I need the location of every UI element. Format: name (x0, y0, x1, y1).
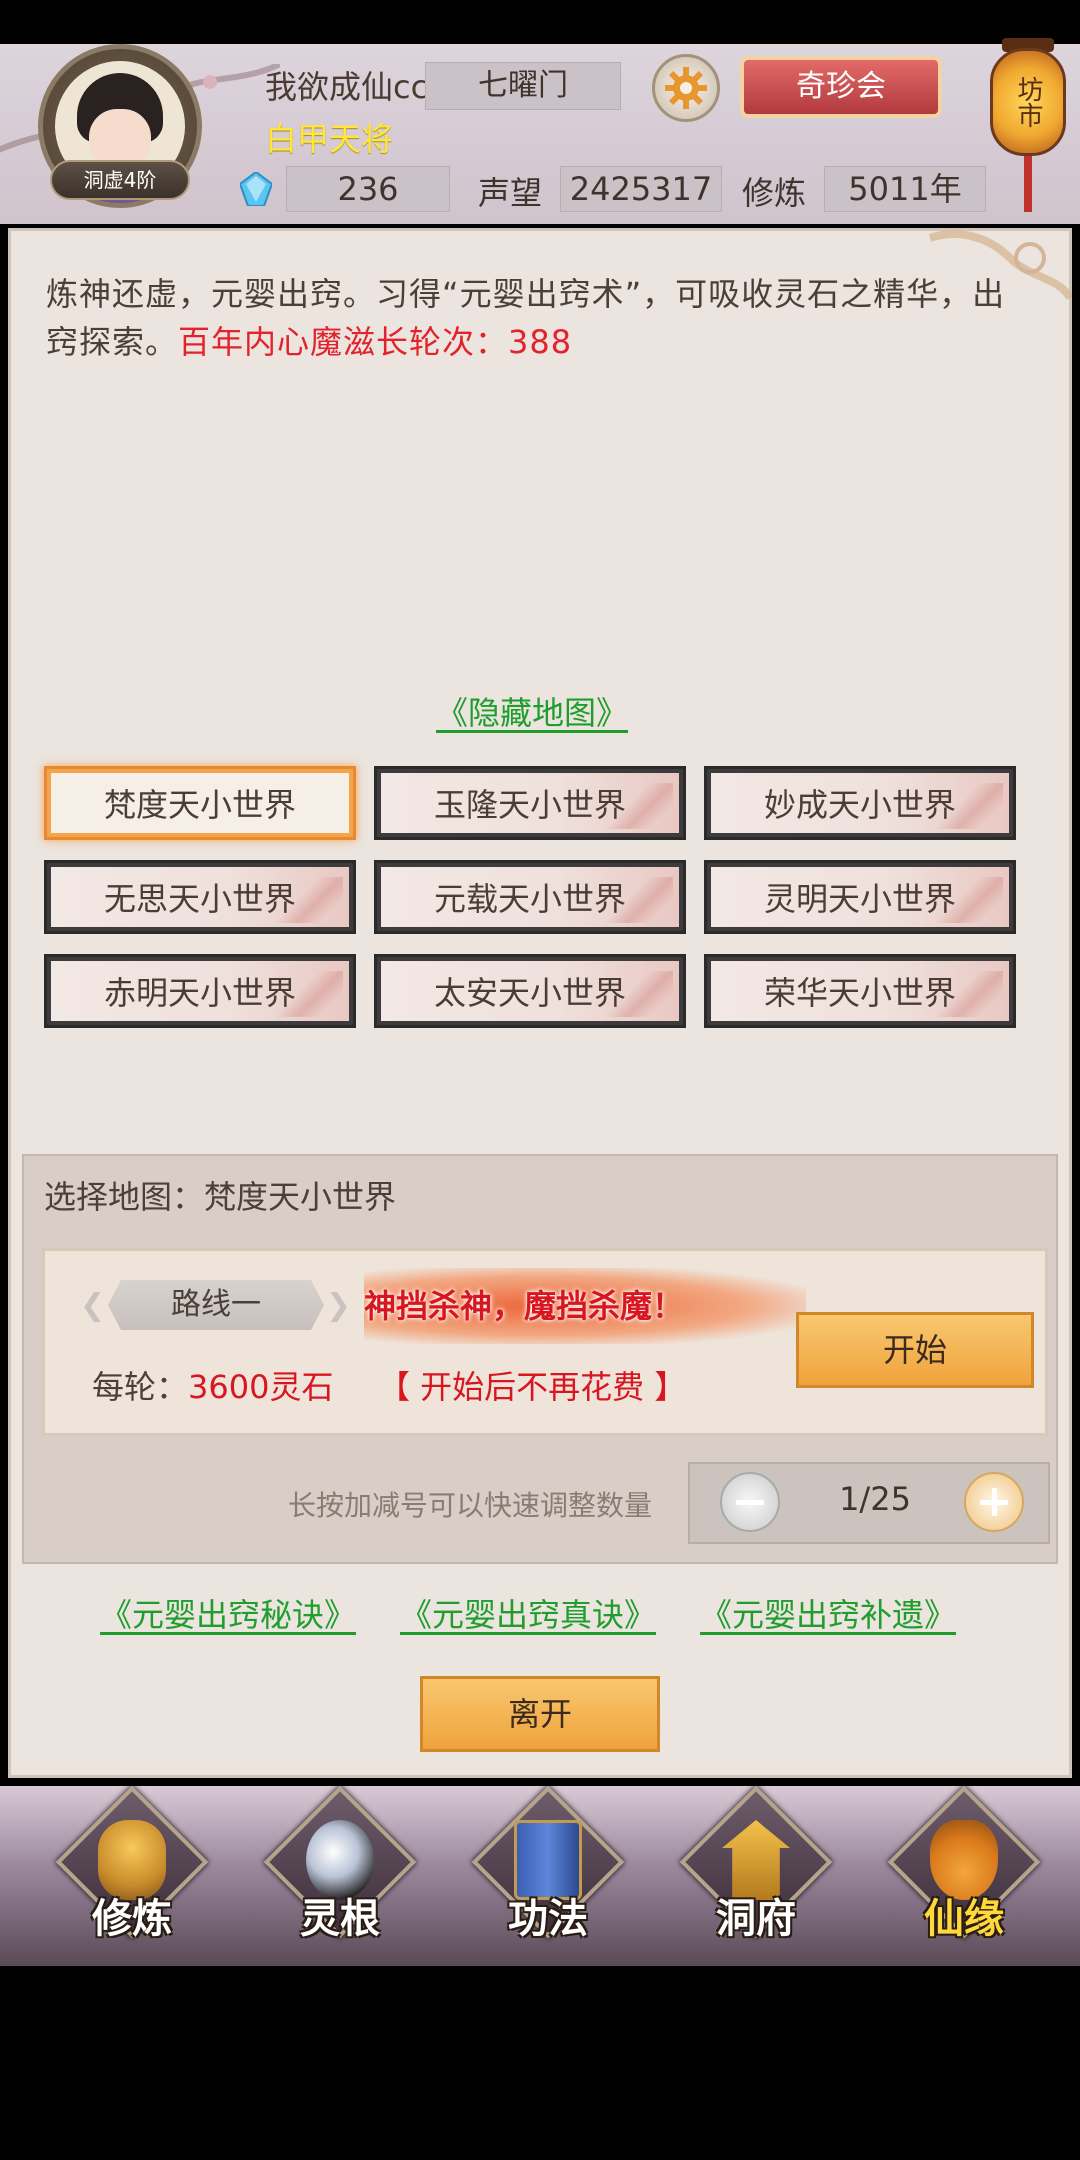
reputation-label: 声望 (478, 174, 543, 212)
start-button[interactable]: 开始 (796, 1312, 1034, 1388)
reputation-value: 2425317 (560, 166, 722, 212)
cost-value: 3600灵石 (188, 1368, 334, 1406)
world-label: 玉隆天小世界 (381, 773, 679, 833)
nav-fate[interactable]: 仙缘 (884, 1785, 1044, 1964)
spirit-stone-icon (240, 172, 272, 206)
world-button-taian[interactable]: 太安天小世界 (374, 954, 686, 1028)
world-label: 无思天小世界 (51, 867, 349, 927)
cost-note: 【 开始后不再花费 】 (378, 1368, 687, 1406)
spirit-stone-count: 236 (286, 166, 450, 212)
world-label: 荣华天小世界 (711, 961, 1009, 1021)
world-button-yulong[interactable]: 玉隆天小世界 (374, 766, 686, 840)
player-name: 我欲成仙cc (265, 68, 429, 106)
nav-label: 灵根 (300, 1896, 380, 1942)
player-title: 白甲天将 (265, 120, 394, 158)
true-technique-link[interactable]: 《元婴出窍真诀》 (400, 1590, 656, 1636)
world-label: 妙成天小世界 (711, 773, 1009, 833)
supplement-technique-link[interactable]: 《元婴出窍补遗》 (700, 1590, 956, 1636)
nav-label: 仙缘 (924, 1896, 1004, 1942)
leave-button[interactable]: 离开 (420, 1676, 660, 1752)
world-label: 梵度天小世界 (51, 773, 349, 833)
route-label: 路线一 (108, 1280, 324, 1330)
world-button-yuanzai[interactable]: 元载天小世界 (374, 860, 686, 934)
realm-description: 炼神还虚，元婴出窍。习得“元婴出窍术”，可吸收灵石之精华，出窍探索。百年内心魔滋… (46, 270, 1036, 366)
sect-name: 七曜门 (425, 62, 621, 110)
world-label: 元载天小世界 (381, 867, 679, 927)
world-label: 灵明天小世界 (711, 867, 1009, 927)
nav-cultivate[interactable]: 修炼 (52, 1785, 212, 1964)
route-slogan: 神挡杀神，魔挡杀魔！ (364, 1268, 806, 1344)
cultivation-value: 5011年 (824, 166, 986, 212)
world-button-fandu[interactable]: 梵度天小世界 (44, 766, 356, 840)
secret-technique-link[interactable]: 《元婴出窍秘诀》 (100, 1590, 356, 1636)
nav-label: 功法 (508, 1896, 588, 1942)
nav-technique[interactable]: 功法 (468, 1785, 628, 1964)
cultivation-label: 修炼 (742, 174, 807, 212)
world-button-ronghua[interactable]: 荣华天小世界 (704, 954, 1016, 1028)
plus-icon-v (992, 1488, 997, 1516)
nav-spirit-root[interactable]: 灵根 (260, 1785, 420, 1964)
lantern-tassel (1024, 156, 1032, 212)
heart-demon-warning: 百年内心魔滋长轮次：388 (178, 323, 573, 361)
nav-cave[interactable]: 洞府 (676, 1785, 836, 1964)
increase-button[interactable] (964, 1472, 1024, 1532)
route-prev-icon[interactable]: ❮ (80, 1288, 105, 1323)
world-button-miaocheng[interactable]: 妙成天小世界 (704, 766, 1016, 840)
cost-per-round: 每轮：3600灵石 (92, 1362, 333, 1408)
route-next-icon[interactable]: ❯ (326, 1288, 351, 1323)
cost-prefix: 每轮： (92, 1368, 189, 1406)
selected-map-label: 选择地图：梵度天小世界 (44, 1178, 397, 1216)
world-button-lingming[interactable]: 灵明天小世界 (704, 860, 1016, 934)
nav-label: 洞府 (716, 1896, 796, 1942)
world-label: 太安天小世界 (381, 961, 679, 1021)
settings-button[interactable] (652, 54, 720, 122)
adjust-hint: 长按加减号可以快速调整数量 (288, 1489, 653, 1522)
world-button-wusi[interactable]: 无思天小世界 (44, 860, 356, 934)
decrease-button[interactable] (720, 1472, 780, 1532)
quantity-value: 1/25 (839, 1480, 911, 1518)
world-label: 赤明天小世界 (51, 961, 349, 1021)
gear-icon (665, 67, 707, 109)
world-button-chiming[interactable]: 赤明天小世界 (44, 954, 356, 1028)
rank-badge: 洞虚4阶 (50, 160, 190, 200)
treasure-auction-button[interactable]: 奇珍会 (740, 56, 942, 118)
minus-icon (736, 1500, 764, 1505)
hidden-map-link[interactable]: 《隐藏地图》 (436, 688, 628, 734)
market-lantern-button[interactable]: 坊市 (990, 48, 1066, 156)
nav-label: 修炼 (92, 1896, 172, 1942)
